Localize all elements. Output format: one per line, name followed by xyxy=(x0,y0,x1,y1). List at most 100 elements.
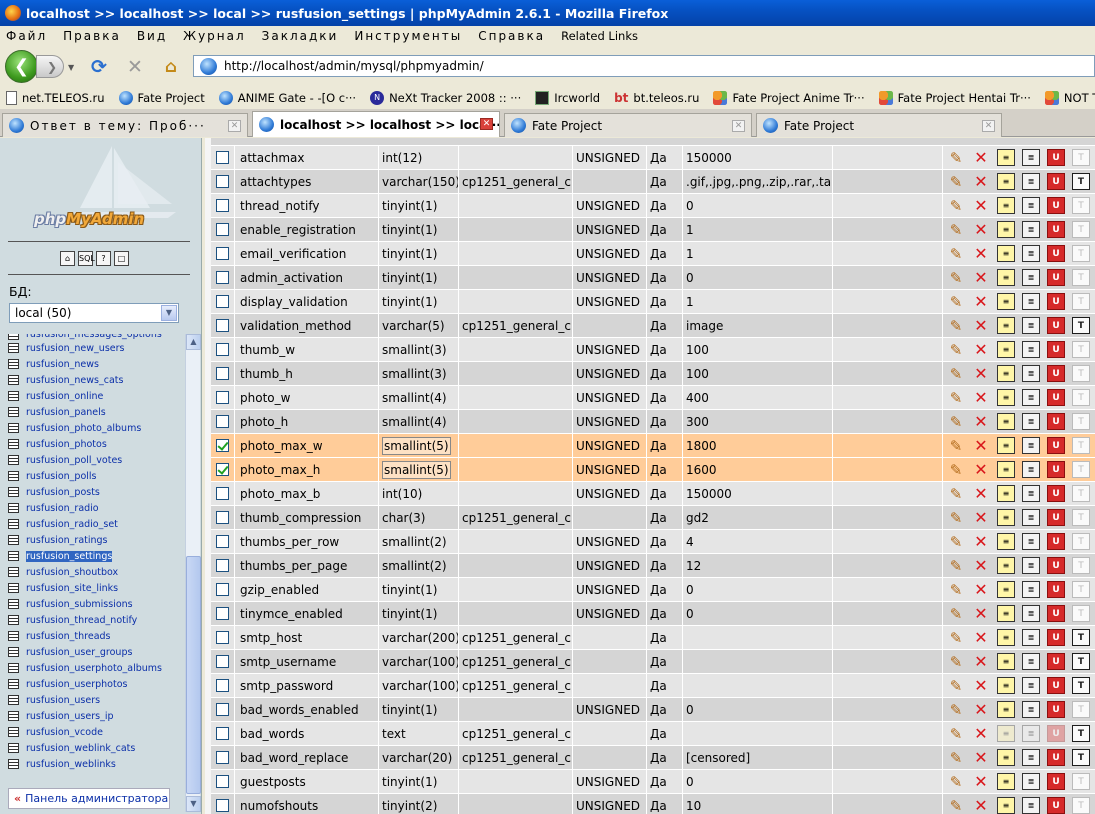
drop-x-icon[interactable]: ✕ xyxy=(972,628,990,647)
fulltext-icon[interactable]: T xyxy=(1072,701,1090,718)
table-link[interactable]: rusfusion_submissions xyxy=(0,596,185,612)
drop-x-icon[interactable]: ✕ xyxy=(972,268,990,287)
primary-key-icon[interactable]: ≡ xyxy=(997,557,1015,574)
pencil-icon[interactable]: ✎ xyxy=(947,581,965,599)
drop-x-icon[interactable]: ✕ xyxy=(972,772,990,791)
drop-x-icon[interactable]: ✕ xyxy=(972,172,990,191)
pencil-icon[interactable]: ✎ xyxy=(947,173,965,191)
unique-icon[interactable]: U xyxy=(1047,149,1065,166)
menu-tools[interactable]: Инструменты xyxy=(354,29,462,43)
row-checkbox-cell[interactable] xyxy=(211,193,235,218)
pencil-icon[interactable]: ✎ xyxy=(947,461,965,479)
index-icon[interactable]: ≣ xyxy=(1022,725,1040,742)
field-row[interactable]: bad_words text cp1251_general_ci Да ✎ ✕ ≡ ≣ U T xyxy=(211,721,1095,746)
menu-bookmarks[interactable]: Закладки xyxy=(262,29,339,43)
unique-icon[interactable]: U xyxy=(1047,557,1065,574)
chevron-down-icon[interactable]: ▼ xyxy=(161,305,177,321)
field-row[interactable]: thumbs_per_row smallint(2) UNSIGNED Да 4 ✎ ✕ ≡ ≣… xyxy=(211,529,1095,554)
unique-icon[interactable]: U xyxy=(1047,797,1065,814)
table-link[interactable]: rusfusion_userphoto_albums xyxy=(0,660,185,676)
row-checkbox[interactable] xyxy=(216,679,229,692)
index-icon[interactable]: ≣ xyxy=(1022,293,1040,310)
field-row[interactable]: admin_activation tinyint(1) UNSIGNED Да 0 ✎ ✕ ≡… xyxy=(211,265,1095,290)
drop-x-icon[interactable]: ✕ xyxy=(972,244,990,263)
row-checkbox[interactable] xyxy=(216,415,229,428)
unique-icon[interactable]: U xyxy=(1047,533,1065,550)
field-row[interactable]: bad_word_replace varchar(20) cp1251_genera… xyxy=(211,745,1095,770)
menu-edit[interactable]: Правка xyxy=(63,29,121,43)
unique-icon[interactable]: U xyxy=(1047,605,1065,622)
unique-icon[interactable]: U xyxy=(1047,413,1065,430)
home-icon[interactable]: ⌂ xyxy=(160,56,182,78)
fulltext-icon[interactable]: T xyxy=(1072,173,1090,190)
unique-icon[interactable]: U xyxy=(1047,725,1065,742)
tab-phpmyadmin[interactable]: localhost >> localhost >> loca··· ✕ xyxy=(252,111,500,137)
pencil-icon[interactable]: ✎ xyxy=(947,197,965,215)
bookmark-item[interactable]: net.TELEOS.ru xyxy=(6,91,105,105)
row-checkbox-cell[interactable] xyxy=(211,553,235,578)
drop-x-icon[interactable]: ✕ xyxy=(972,556,990,575)
field-row[interactable]: smtp_username varchar(100) cp1251_general_… xyxy=(211,649,1095,674)
pencil-icon[interactable]: ✎ xyxy=(947,797,965,814)
fulltext-icon[interactable]: T xyxy=(1072,293,1090,310)
index-icon[interactable]: ≣ xyxy=(1022,413,1040,430)
pencil-icon[interactable]: ✎ xyxy=(947,245,965,263)
unique-icon[interactable]: U xyxy=(1047,245,1065,262)
primary-key-icon[interactable]: ≡ xyxy=(997,533,1015,550)
unique-icon[interactable]: U xyxy=(1047,629,1065,646)
index-icon[interactable]: ≣ xyxy=(1022,197,1040,214)
primary-key-icon[interactable]: ≡ xyxy=(997,701,1015,718)
row-checkbox[interactable] xyxy=(216,175,229,188)
unique-icon[interactable]: U xyxy=(1047,701,1065,718)
unique-icon[interactable]: U xyxy=(1047,461,1065,478)
pencil-icon[interactable]: ✎ xyxy=(947,341,965,359)
fulltext-icon[interactable]: T xyxy=(1072,533,1090,550)
table-list-scrollbar[interactable]: ▲ ▼ xyxy=(185,334,201,812)
pencil-icon[interactable]: ✎ xyxy=(947,557,965,575)
table-link[interactable]: rusfusion_posts xyxy=(0,484,185,500)
index-icon[interactable]: ≣ xyxy=(1022,485,1040,502)
pencil-icon[interactable]: ✎ xyxy=(947,317,965,335)
pencil-icon[interactable]: ✎ xyxy=(947,701,965,719)
field-row[interactable]: guestposts tinyint(1) UNSIGNED Да 0 ✎ ✕ ≡ ≣ U T xyxy=(211,769,1095,794)
pencil-icon[interactable]: ✎ xyxy=(947,293,965,311)
fulltext-icon[interactable]: T xyxy=(1072,461,1090,478)
primary-key-icon[interactable]: ≡ xyxy=(997,677,1015,694)
drop-x-icon[interactable]: ✕ xyxy=(972,700,990,719)
primary-key-icon[interactable]: ≡ xyxy=(997,605,1015,622)
row-checkbox[interactable] xyxy=(216,727,229,740)
forward-button[interactable]: ❯ xyxy=(36,55,64,78)
pencil-icon[interactable]: ✎ xyxy=(947,629,965,647)
index-icon[interactable]: ≣ xyxy=(1022,221,1040,238)
pencil-icon[interactable]: ✎ xyxy=(947,485,965,503)
row-checkbox[interactable] xyxy=(216,535,229,548)
primary-key-icon[interactable]: ≡ xyxy=(997,197,1015,214)
unique-icon[interactable]: U xyxy=(1047,485,1065,502)
field-row[interactable]: email_verification tinyint(1) UNSIGNED Да 1 ✎… xyxy=(211,241,1095,266)
index-icon[interactable]: ≣ xyxy=(1022,341,1040,358)
index-icon[interactable]: ≣ xyxy=(1022,749,1040,766)
table-link[interactable]: rusfusion_site_links xyxy=(0,580,185,596)
row-checkbox-cell[interactable] xyxy=(211,217,235,242)
field-row[interactable]: photo_h smallint(4) UNSIGNED Да 300 ✎ ✕ ≡ ≣ U T xyxy=(211,409,1095,434)
fulltext-icon[interactable]: T xyxy=(1072,509,1090,526)
table-link[interactable]: rusfusion_new_users xyxy=(0,340,185,356)
table-link[interactable]: rusfusion_weblinks xyxy=(0,756,185,772)
unique-icon[interactable]: U xyxy=(1047,293,1065,310)
table-link[interactable]: rusfusion_photos xyxy=(0,436,185,452)
pencil-icon[interactable]: ✎ xyxy=(947,653,965,671)
row-checkbox-cell[interactable] xyxy=(211,433,235,458)
table-link[interactable]: rusfusion_vcode xyxy=(0,724,185,740)
index-icon[interactable]: ≣ xyxy=(1022,365,1040,382)
drop-x-icon[interactable]: ✕ xyxy=(972,484,990,503)
unique-icon[interactable]: U xyxy=(1047,437,1065,454)
index-icon[interactable]: ≣ xyxy=(1022,629,1040,646)
drop-x-icon[interactable]: ✕ xyxy=(972,796,990,814)
field-row[interactable]: thumb_h smallint(3) UNSIGNED Да 100 ✎ ✕ ≡ ≣ U T xyxy=(211,361,1095,386)
index-icon[interactable]: ≣ xyxy=(1022,581,1040,598)
field-row[interactable]: photo_w smallint(4) UNSIGNED Да 400 ✎ ✕ ≡ ≣ U T xyxy=(211,385,1095,410)
pencil-icon[interactable]: ✎ xyxy=(947,413,965,431)
field-row[interactable]: photo_max_b int(10) UNSIGNED Да 150000 ✎ ✕ ≡ ≣ U T xyxy=(211,481,1095,506)
fulltext-icon[interactable]: T xyxy=(1072,365,1090,382)
pencil-icon[interactable]: ✎ xyxy=(947,221,965,239)
